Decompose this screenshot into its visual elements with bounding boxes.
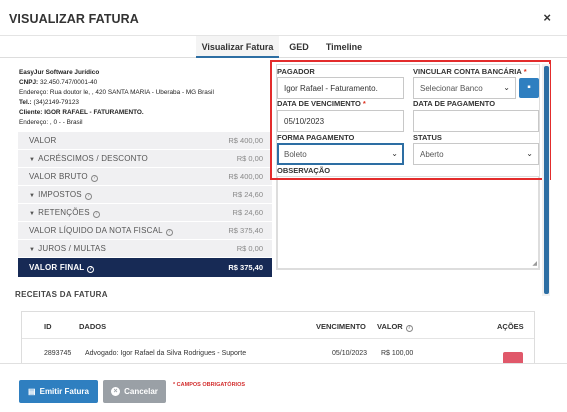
value-label: JUROS / MULTAS — [38, 244, 106, 253]
caret-down-icon: ▼ — [29, 157, 36, 163]
value-row-valor-liquido: VALOR LÍQUIDO DA NOTA FISCAL? R$ 375,40 — [18, 222, 272, 240]
column-header-acoes: AÇÕES — [497, 322, 524, 331]
emit-invoice-label: Emitir Fatura — [39, 387, 89, 396]
company-name: EasyJur Software Jurídico — [19, 69, 100, 76]
delete-row-button[interactable] — [503, 352, 523, 363]
phone-label: Tel.: — [19, 99, 32, 106]
cancel-button[interactable]: × Cancelar — [103, 380, 166, 403]
cnpj-label: CNPJ: — [19, 79, 39, 86]
value-row-impostos[interactable]: ▼ IMPOSTOS? R$ 24,60 — [18, 186, 272, 204]
help-icon[interactable]: ? — [87, 265, 95, 273]
value-label: VALOR BRUTO — [29, 171, 88, 181]
caret-down-icon: ▼ — [29, 192, 36, 199]
value-amount: R$ 400,00 — [228, 172, 263, 181]
caret-down-icon: ▼ — [29, 210, 36, 217]
client-label: Cliente: — [19, 109, 43, 116]
value-amount: R$ 0,00 — [236, 244, 263, 253]
value-label: IMPOSTOS — [38, 189, 82, 199]
cnpj-value: 32.450.747/0001-40 — [39, 79, 98, 86]
value-label: VALOR FINAL — [29, 262, 85, 272]
address-label: Endereço: — [19, 89, 49, 96]
column-header-valor-text: VALOR — [377, 322, 403, 331]
client-value: IGOR RAFAEL - FATURAMENTO. — [44, 109, 144, 116]
value-row-retencoes[interactable]: ▼ RETENÇÕES? R$ 24,60 — [18, 204, 272, 222]
value-label: ACRÉSCIMOS / DESCONTO — [38, 154, 148, 163]
emit-invoice-button[interactable]: ▤ Emitir Fatura — [19, 380, 98, 403]
scrollbar-thumb[interactable] — [544, 66, 549, 294]
column-header-id: ID — [44, 322, 52, 331]
value-label: RETENÇÕES — [38, 207, 90, 217]
value-row-valor: VALOR R$ 400,00 — [18, 132, 272, 150]
modal-header: VISUALIZAR FATURA × — [0, 0, 567, 36]
client-address-label: Endereço: — [19, 119, 49, 126]
resize-handle-icon[interactable]: ◢ — [532, 260, 537, 267]
value-amount: R$ 400,00 — [228, 136, 263, 145]
client-address-value: , 0 - - Brasil — [49, 119, 83, 126]
value-row-final: VALOR FINAL? R$ 375,40 — [18, 258, 272, 278]
value-row-valor-bruto: VALOR BRUTO? R$ 400,00 — [18, 168, 272, 186]
help-icon[interactable]: ? — [405, 325, 413, 332]
value-amount: R$ 24,60 — [232, 190, 263, 199]
close-circle-icon: × — [111, 387, 121, 396]
caret-down-icon: ▼ — [29, 247, 36, 253]
value-amount: R$ 0,00 — [236, 154, 263, 163]
row-dados: Advogado: Igor Rafael da Silva Rodrigues… — [85, 350, 247, 357]
mandatory-note: * CAMPOS OBRIGATÓRIOS — [173, 382, 246, 388]
observation-textarea[interactable]: ◢ — [277, 176, 539, 269]
value-label: VALOR — [29, 136, 57, 145]
address-value: Rua doutor le, , 420 SANTA MARIA - Ubera… — [49, 89, 214, 96]
value-row-juros[interactable]: ▼ JUROS / MULTAS R$ 0,00 — [18, 240, 272, 258]
value-label: VALOR LÍQUIDO DA NOTA FISCAL — [29, 225, 163, 235]
row-vencimento: 05/10/2023 — [332, 350, 368, 357]
help-icon[interactable]: ? — [165, 228, 173, 236]
values-summary: VALOR R$ 400,00 ▼ ACRÉSCIMOS / DESCONTO R… — [18, 132, 272, 278]
value-amount: R$ 375,40 — [228, 263, 263, 272]
help-icon[interactable]: ? — [90, 174, 98, 182]
document-icon: ▤ — [28, 387, 36, 396]
modal-title: VISUALIZAR FATURA — [9, 12, 139, 26]
cancel-label: Cancelar — [124, 387, 158, 396]
column-header-valor: VALOR? — [377, 322, 413, 332]
highlight-box — [270, 60, 551, 180]
close-icon[interactable]: × — [543, 10, 551, 25]
column-header-vencimento: VENCIMENTO — [316, 322, 366, 331]
receitas-title: RECEITAS DA FATURA — [15, 290, 108, 299]
row-valor: R$ 100,00 — [381, 350, 414, 357]
phone-value: (34)2149-79123 — [33, 99, 79, 106]
company-info: EasyJur Software Jurídico CNPJ: 32.450.7… — [19, 68, 214, 128]
row-id: 2893745 — [44, 350, 72, 357]
value-row-acrescimos[interactable]: ▼ ACRÉSCIMOS / DESCONTO R$ 0,00 — [18, 150, 272, 168]
receitas-table: ID DADOS VENCIMENTO VALOR? AÇÕES 2893745… — [21, 311, 535, 363]
tab-timeline[interactable]: Timeline — [322, 36, 366, 58]
help-icon[interactable]: ? — [92, 210, 100, 218]
tab-ged[interactable]: GED — [284, 36, 314, 58]
value-amount: R$ 375,40 — [228, 226, 263, 235]
value-amount: R$ 24,60 — [232, 208, 263, 217]
help-icon[interactable]: ? — [84, 192, 92, 200]
table-divider — [22, 338, 534, 339]
tab-bar: Visualizar Fatura GED Timeline — [0, 36, 567, 58]
column-header-dados: DADOS — [79, 322, 107, 331]
tab-visualizar-fatura[interactable]: Visualizar Fatura — [196, 36, 279, 58]
